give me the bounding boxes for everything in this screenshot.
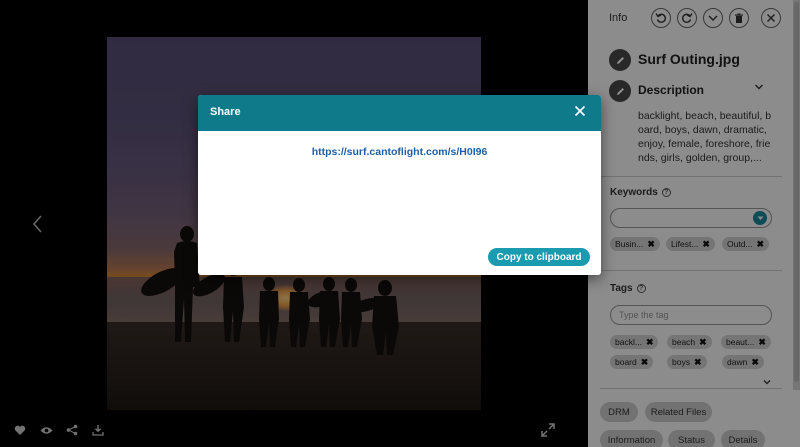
- share-dialog-title: Share: [210, 106, 241, 118]
- copy-to-clipboard-button[interactable]: Copy to clipboard: [488, 248, 590, 266]
- share-dialog: Share https://surf.cantoflight.com/s/H0I…: [198, 95, 601, 275]
- share-link[interactable]: https://surf.cantoflight.com/s/H0I96: [198, 146, 601, 158]
- close-icon[interactable]: [573, 104, 587, 118]
- share-dialog-header: Share: [198, 95, 601, 131]
- app-window: Info Surf Outing.jpg Description backlig…: [0, 0, 800, 447]
